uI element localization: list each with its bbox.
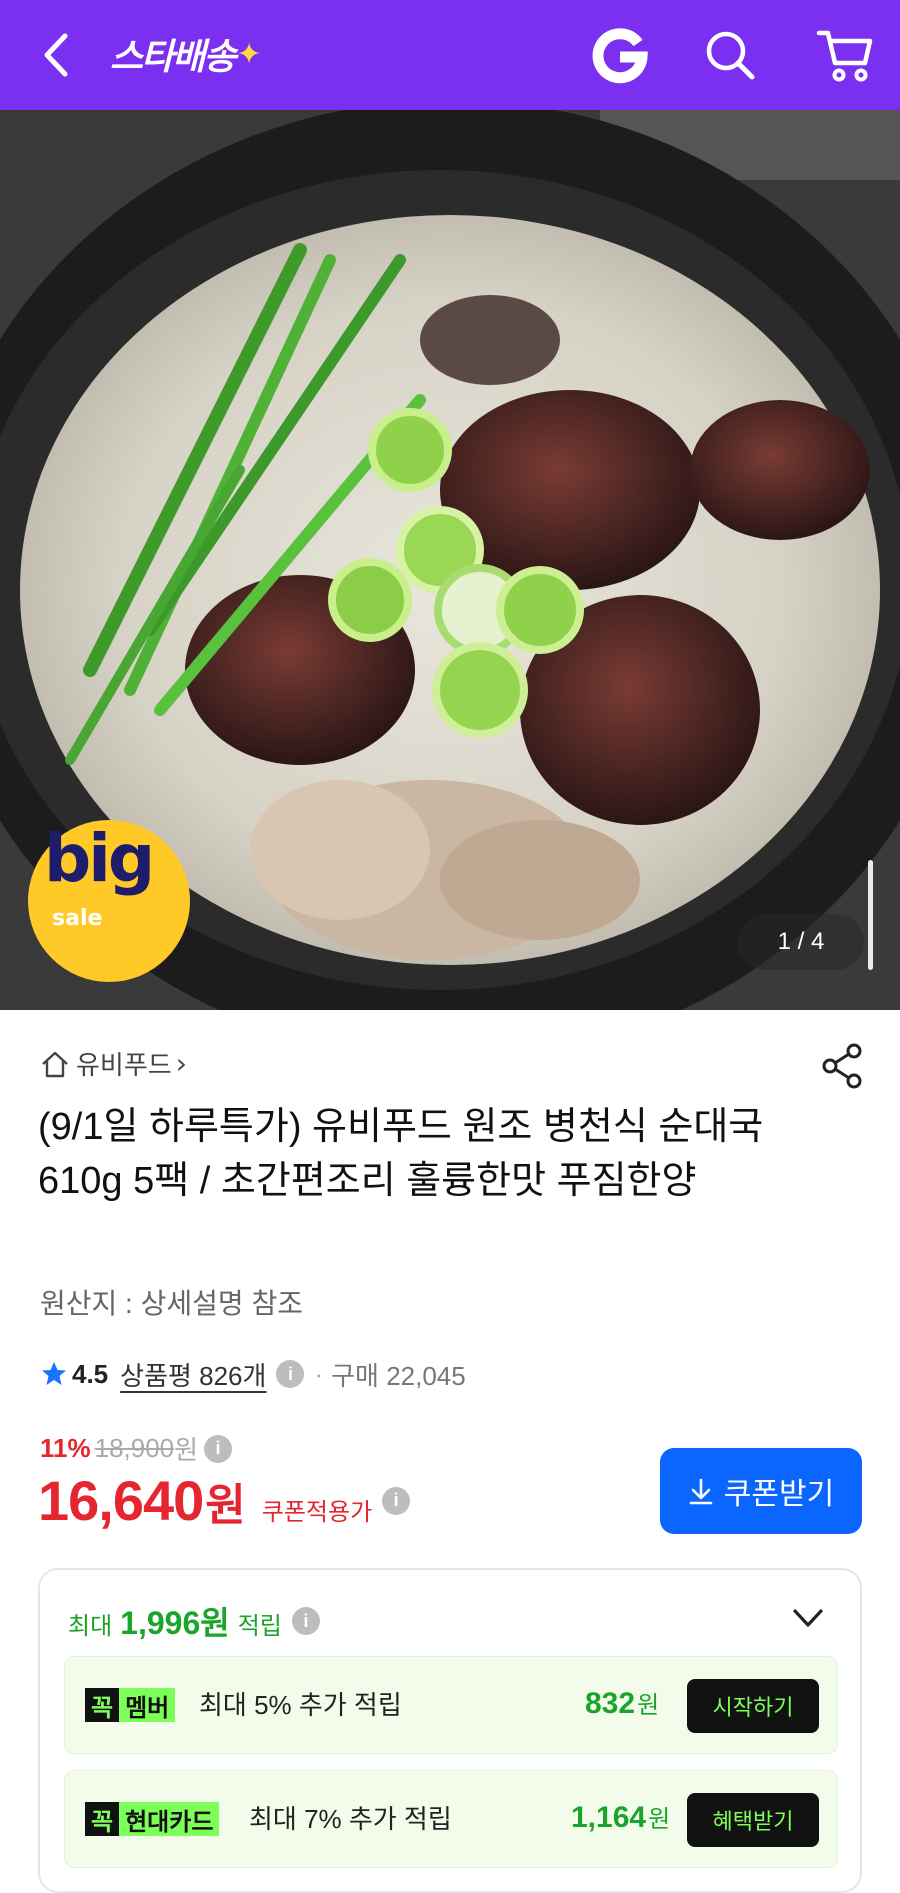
max-reward-header: 최대 1,996원 적립 i bbox=[68, 1598, 320, 1644]
cart-button[interactable] bbox=[800, 0, 890, 110]
tag-name: 멤버 bbox=[119, 1688, 176, 1722]
get-coupon-button[interactable]: 쿠폰받기 bbox=[660, 1448, 862, 1534]
rating-row: 4.5 상품평 826개 i · 구매 22,045 bbox=[40, 1354, 466, 1394]
chevron-right-icon: › bbox=[175, 1047, 187, 1080]
original-price: 18,900 bbox=[94, 1433, 175, 1463]
badge-sale-text: sale bbox=[52, 906, 103, 931]
reward-row-hyundai-card: 꼭 현대카드 최대 7% 추가 적립 1,164 원 혜택받기 bbox=[64, 1770, 838, 1868]
info-icon[interactable]: i bbox=[276, 1360, 305, 1388]
coupon-info-icon[interactable]: i bbox=[382, 1486, 411, 1515]
hyundai-card-tag: 꼭 현대카드 bbox=[85, 1801, 220, 1837]
reward-desc: 최대 7% 추가 적립 bbox=[249, 1804, 452, 1834]
gmarket-home-button[interactable] bbox=[580, 0, 660, 110]
reward-amount-unit: 원 bbox=[637, 1692, 660, 1719]
reward-card: 최대 1,996원 적립 i 꼭 멤버 최대 5% 추가 적립 832 원 시작… bbox=[38, 1568, 862, 1893]
max-reward-prefix: 최대 bbox=[68, 1613, 113, 1640]
origin-info: 원산지 : 상세설명 참조 bbox=[40, 1288, 303, 1319]
share-button[interactable] bbox=[818, 1042, 866, 1090]
price-info-icon[interactable]: i bbox=[204, 1434, 233, 1463]
separator-dot: · bbox=[314, 1358, 324, 1389]
back-arrow-icon bbox=[44, 33, 68, 77]
original-price-row: 11% 18,900 원 i bbox=[40, 1430, 233, 1467]
search-button[interactable] bbox=[690, 0, 770, 110]
coupon-applied-label: 쿠폰적용가 bbox=[261, 1499, 373, 1526]
share-icon bbox=[822, 1043, 862, 1089]
tag-name: 현대카드 bbox=[119, 1802, 220, 1836]
max-reward-amount: 1,996원 bbox=[120, 1605, 230, 1641]
purchase-count: 구매 22,045 bbox=[331, 1360, 466, 1391]
chevron-down-icon bbox=[793, 1609, 823, 1627]
rating-score: 4.5 bbox=[72, 1358, 109, 1389]
reward-amount-unit: 원 bbox=[648, 1806, 671, 1833]
review-count-link[interactable]: 상품평 826개 bbox=[120, 1356, 266, 1393]
back-button[interactable] bbox=[20, 0, 90, 110]
tag-prefix: 꼭 bbox=[85, 1802, 120, 1836]
cart-icon bbox=[816, 30, 873, 82]
member-tag: 꼭 멤버 bbox=[85, 1687, 176, 1723]
reward-amount: 832 원 bbox=[585, 1685, 659, 1725]
original-price-unit: 원 bbox=[174, 1435, 199, 1465]
reward-row-member: 꼭 멤버 최대 5% 추가 적립 832 원 시작하기 bbox=[64, 1656, 838, 1754]
store-link[interactable]: 유비푸드 › bbox=[40, 1045, 187, 1082]
get-benefit-button[interactable]: 혜택받기 bbox=[687, 1793, 819, 1847]
download-icon bbox=[689, 1478, 713, 1505]
reward-info-icon[interactable]: i bbox=[291, 1607, 320, 1635]
search-icon bbox=[706, 31, 755, 80]
badge-big-text: big bbox=[44, 820, 155, 897]
final-price-row: 16,640 원 쿠폰적용가 i bbox=[38, 1468, 411, 1533]
image-pager: 1 / 4 bbox=[738, 914, 864, 970]
reward-amount: 1,164 원 bbox=[571, 1799, 670, 1839]
get-coupon-label: 쿠폰받기 bbox=[723, 1478, 835, 1511]
scroll-indicator bbox=[868, 860, 873, 970]
top-app-bar: 스타배송 ✦ bbox=[0, 0, 900, 110]
discount-rate: 11% bbox=[40, 1433, 91, 1463]
home-icon bbox=[42, 1051, 68, 1077]
expand-rewards-button[interactable] bbox=[788, 1598, 828, 1638]
star-icon bbox=[42, 1362, 66, 1385]
start-membership-button[interactable]: 시작하기 bbox=[687, 1679, 819, 1733]
sparkle-icon: ✦ bbox=[236, 36, 261, 72]
final-price-unit: 원 bbox=[205, 1481, 246, 1530]
reward-desc: 최대 5% 추가 적립 bbox=[199, 1690, 402, 1720]
product-title: (9/1일 하루특가) 유비푸드 원조 병천식 순대국 610g 5팩 / 초간… bbox=[38, 1106, 764, 1202]
final-price: 16,640 bbox=[38, 1469, 204, 1532]
tag-prefix: 꼭 bbox=[85, 1688, 120, 1722]
reward-amount-value: 832 bbox=[585, 1687, 636, 1720]
max-reward-suffix: 적립 bbox=[237, 1613, 282, 1640]
reward-amount-value: 1,164 bbox=[571, 1801, 647, 1834]
store-name: 유비푸드 bbox=[76, 1051, 172, 1081]
gmarket-g-icon bbox=[592, 28, 648, 84]
star-delivery-logo[interactable]: 스타배송 ✦ bbox=[110, 28, 262, 80]
logo-text: 스타배송 bbox=[110, 37, 236, 78]
